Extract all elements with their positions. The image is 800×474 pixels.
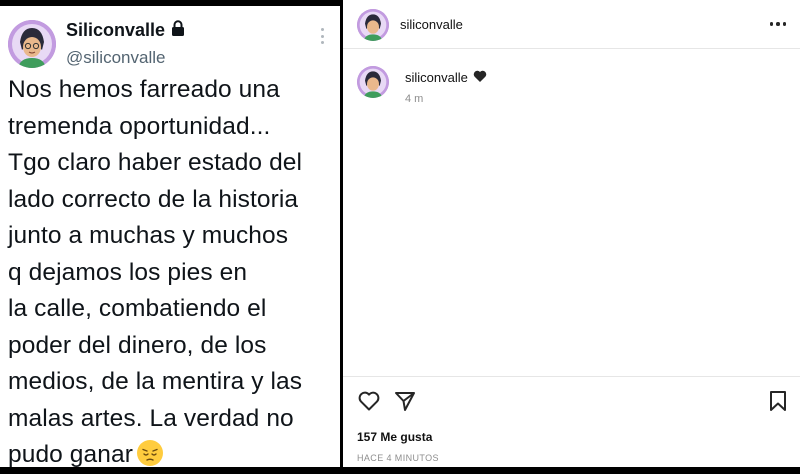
more-horizontal-icon[interactable] (769, 22, 786, 26)
tweet-line: medios, de la mentira y las (8, 368, 303, 395)
tweet-line: Nos hemos farreado una (8, 76, 280, 103)
tweet-line: Tgo claro haber estado del (8, 149, 303, 176)
display-name[interactable]: Siliconvalle (66, 20, 185, 41)
lock-icon (171, 20, 185, 41)
avatar[interactable] (8, 20, 56, 68)
tweet-text: Nos hemos farreado una tremenda oportuni… (8, 72, 338, 474)
post-time-ago: HACE 4 MINUTOS (357, 453, 439, 463)
user-handle[interactable]: @siliconvalle (66, 48, 165, 68)
tweet-line: junto a muchas y muchos (8, 222, 289, 249)
avatar[interactable] (357, 9, 389, 41)
display-name-text[interactable]: Siliconvalle (66, 20, 165, 41)
tweet-line: poder del dinero, de los (8, 331, 267, 359)
post-actions (357, 389, 417, 413)
divider (343, 376, 800, 377)
post-header: siliconvalle (343, 0, 800, 49)
tweet-line: q dejamos los pies en (8, 258, 248, 286)
heart-outline-icon[interactable] (357, 389, 381, 413)
bookmark-icon[interactable] (766, 389, 790, 413)
caption-timestamp[interactable]: 4 m (405, 93, 423, 105)
pensive-face-emoji (136, 440, 163, 466)
tweet-line: tremenda oportunidad... (8, 112, 271, 140)
tweet-line: malas artes. La verdad no (8, 404, 294, 432)
tweet-last-line: pudo ganar (8, 437, 338, 474)
black-heart-icon (473, 70, 487, 85)
caption: siliconvalle (405, 70, 487, 85)
tweet-card: Siliconvalle @siliconvalle Nos hemos far… (0, 0, 340, 468)
caption-avatar[interactable] (357, 66, 389, 98)
more-vertical-icon[interactable] (318, 28, 326, 44)
top-black-bar (0, 0, 340, 6)
tweet-line: lado correcto de la historia (8, 185, 299, 213)
instagram-post-panel: siliconvalle siliconvalle 4 m 157 Me gus… (343, 0, 800, 467)
tweet-line: la calle, combatiendo el (8, 295, 267, 322)
paper-plane-icon[interactable] (393, 389, 417, 413)
caption-username[interactable]: siliconvalle (405, 70, 468, 85)
header-username[interactable]: siliconvalle (400, 17, 463, 32)
like-count[interactable]: 157 Me gusta (357, 430, 432, 444)
tweet-line: pudo ganar (8, 441, 133, 468)
